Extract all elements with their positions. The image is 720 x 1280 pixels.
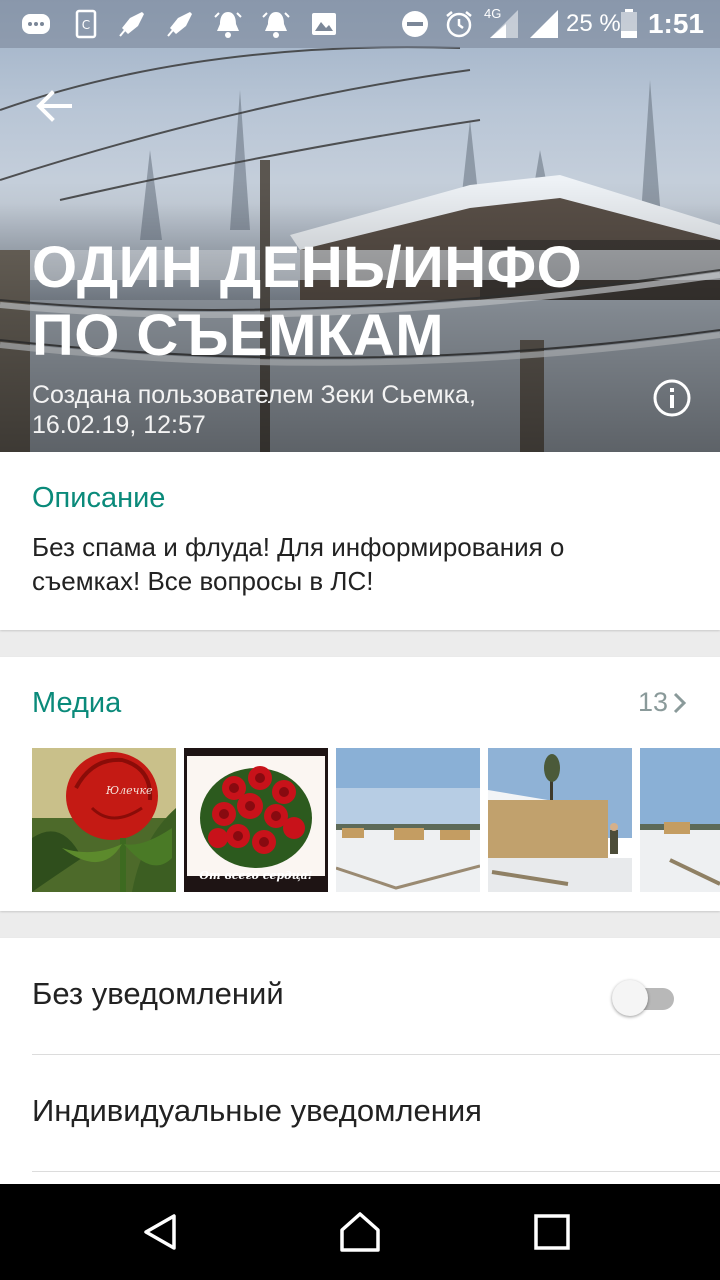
bouquet-thumb-caption: От всего сердца! <box>199 869 313 882</box>
info-icon[interactable] <box>652 378 692 418</box>
group-created-info: Создана пользователем Зеки Сьемка, 16.02… <box>32 380 632 440</box>
nav-home-icon[interactable] <box>336 1208 384 1256</box>
group-title: ОДИН ДЕНЬ/ИНФО ПО СЪЕМКАМ <box>32 234 652 370</box>
description-text: Без спама и флуда! Для информирования о … <box>32 530 672 598</box>
image-icon <box>312 13 336 35</box>
media-heading: Медиа <box>32 687 122 719</box>
status-bar: C 4G 25 % 1:51 <box>0 0 720 48</box>
battery-icon <box>621 9 637 38</box>
nav-back-icon[interactable] <box>136 1208 184 1256</box>
media-thumbnail-site-1[interactable] <box>336 748 480 892</box>
messages-icon <box>22 14 50 34</box>
do-not-disturb-icon <box>402 11 428 37</box>
media-thumbnail-bouquet[interactable]: От всего сердца! <box>184 748 328 892</box>
signal-icon <box>530 10 558 38</box>
alarm-bell-icon <box>262 12 290 38</box>
clock: 1:51 <box>647 8 704 39</box>
svg-text:C: C <box>82 18 90 32</box>
custom-notifications-row[interactable]: Индивидуальные уведомления <box>0 1055 720 1171</box>
rocket-icon <box>167 12 192 37</box>
alarm-bell-icon <box>214 12 242 38</box>
description-card[interactable]: Описание Без спама и флуда! Для информир… <box>0 452 720 630</box>
group-header-photo: C 4G 25 % 1:51 ОДИН ДЕНЬ/ИНФО ПО СЪЕМКАМ… <box>0 0 720 452</box>
toggle-knob <box>612 980 648 1016</box>
chevron-right-icon[interactable] <box>672 691 688 715</box>
custom-notifications-label: Индивидуальные уведомления <box>32 1093 482 1128</box>
mute-notifications-toggle[interactable] <box>612 980 674 1016</box>
back-arrow-icon[interactable] <box>30 82 78 130</box>
media-count[interactable]: 13 <box>638 687 668 718</box>
description-heading: Описание <box>32 482 166 514</box>
group-title-line2: ПО СЪЕМКАМ <box>32 303 445 368</box>
battery-percent: 25 % <box>566 10 621 37</box>
alarm-clock-icon <box>446 11 472 38</box>
divider <box>32 1171 720 1172</box>
created-by-line: Создана пользователем Зеки Сьемка, <box>32 381 476 409</box>
mute-notifications-label: Без уведомлений <box>32 976 284 1011</box>
group-info-screen: C 4G 25 % 1:51 ОДИН ДЕНЬ/ИНФО ПО СЪЕМКАМ… <box>0 0 720 1280</box>
rose-thumb-caption: Юлечке <box>106 784 153 797</box>
mute-notifications-row[interactable]: Без уведомлений <box>0 938 720 1054</box>
system-navigation-bar <box>0 1184 720 1280</box>
media-card: Медиа 13 Юлечке От всего сердца! <box>0 657 720 911</box>
description-line2: съемках! Все вопросы в ЛС! <box>32 566 374 596</box>
rocket-icon <box>119 12 144 37</box>
media-thumbnail-site-3[interactable] <box>640 748 720 892</box>
media-thumbnail-site-2[interactable] <box>488 748 632 892</box>
description-line1: Без спама и флуда! Для информирования о <box>32 532 565 562</box>
created-date-line: 16.02.19, 12:57 <box>32 411 206 439</box>
group-title-line1: ОДИН ДЕНЬ/ИНФО <box>32 235 583 300</box>
signal-4g-icon <box>490 10 518 38</box>
android-device-icon: C <box>75 9 97 39</box>
nav-recents-icon[interactable] <box>528 1208 576 1256</box>
media-thumbnail-rose[interactable]: Юлечке <box>32 748 176 892</box>
notification-settings-card: Без уведомлений Индивидуальные уведомлен… <box>0 938 720 1198</box>
